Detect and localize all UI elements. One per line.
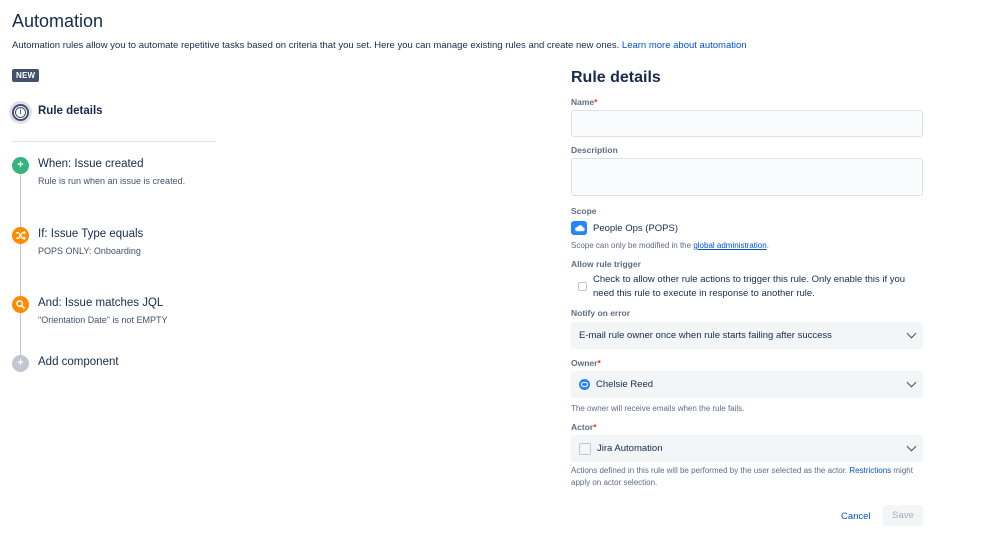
page-description: Automation rules allow you to automate r… (12, 40, 747, 51)
cancel-button[interactable]: Cancel (837, 507, 875, 526)
global-administration-link[interactable]: global administration (693, 241, 766, 250)
chevron-down-icon (906, 441, 917, 452)
new-badge: NEW (12, 69, 40, 82)
owner-label: Owner* (571, 358, 601, 368)
component-connector-line (20, 174, 21, 358)
chevron-down-icon (906, 328, 917, 339)
search-icon (12, 296, 29, 313)
description-input[interactable] (571, 158, 923, 196)
scope-value: People Ops (POPS) (571, 221, 678, 235)
shuffle-icon (12, 227, 29, 244)
description-label: Description (571, 145, 618, 155)
component-title: And: Issue matches JQL (38, 297, 164, 309)
cloud-icon (571, 221, 587, 235)
actor-value: Jira Automation (597, 443, 663, 454)
avatar (579, 442, 591, 455)
component-subtitle: "Orientation Date" is not EMPTY (38, 315, 168, 325)
notify-on-error-label: Notify on error (571, 308, 631, 318)
owner-value: Chelsie Reed (596, 379, 654, 390)
component-title: Rule details (38, 105, 103, 117)
info-icon: i (12, 104, 29, 121)
name-input[interactable] (571, 110, 923, 137)
page-title: Automation (12, 11, 104, 31)
component-title: If: Issue Type equals (38, 228, 144, 240)
chevron-down-icon (906, 377, 917, 388)
component-title: When: Issue created (38, 158, 144, 170)
owner-select[interactable]: Chelsie Reed (571, 371, 923, 398)
actor-help: Actions defined in this rule will be per… (571, 466, 913, 487)
form-title: Rule details (571, 69, 661, 86)
add-component-label: Add component (38, 356, 119, 368)
component-subtitle: POPS ONLY: Onboarding (38, 246, 141, 256)
restrictions-link[interactable]: Restrictions (849, 466, 891, 475)
notify-on-error-select[interactable]: E-mail rule owner once when rule starts … (571, 322, 923, 349)
scope-project-name: People Ops (POPS) (593, 222, 679, 234)
avatar (579, 379, 590, 390)
name-label: Name* (571, 97, 598, 107)
page-description-text: Automation rules allow you to automate r… (12, 40, 622, 51)
plus-icon: + (12, 157, 29, 174)
actor-select[interactable]: Jira Automation (571, 435, 923, 462)
plus-icon: + (12, 355, 29, 372)
learn-more-link[interactable]: Learn more about automation (622, 40, 747, 51)
scope-help: Scope can only be modified in the global… (571, 241, 769, 250)
save-button[interactable]: Save (883, 505, 923, 526)
owner-help: The owner will receive emails when the r… (571, 404, 745, 413)
scope-label: Scope (571, 206, 597, 216)
actor-label: Actor* (571, 422, 597, 432)
notify-on-error-value: E-mail rule owner once when rule starts … (579, 330, 832, 341)
divider (12, 141, 216, 142)
allow-rule-trigger-checkbox[interactable] (578, 282, 587, 291)
component-subtitle: Rule is run when an issue is created. (38, 176, 186, 186)
allow-rule-trigger-label: Allow rule trigger (571, 259, 641, 269)
allow-rule-trigger-text: Check to allow other rule actions to tri… (593, 274, 906, 299)
